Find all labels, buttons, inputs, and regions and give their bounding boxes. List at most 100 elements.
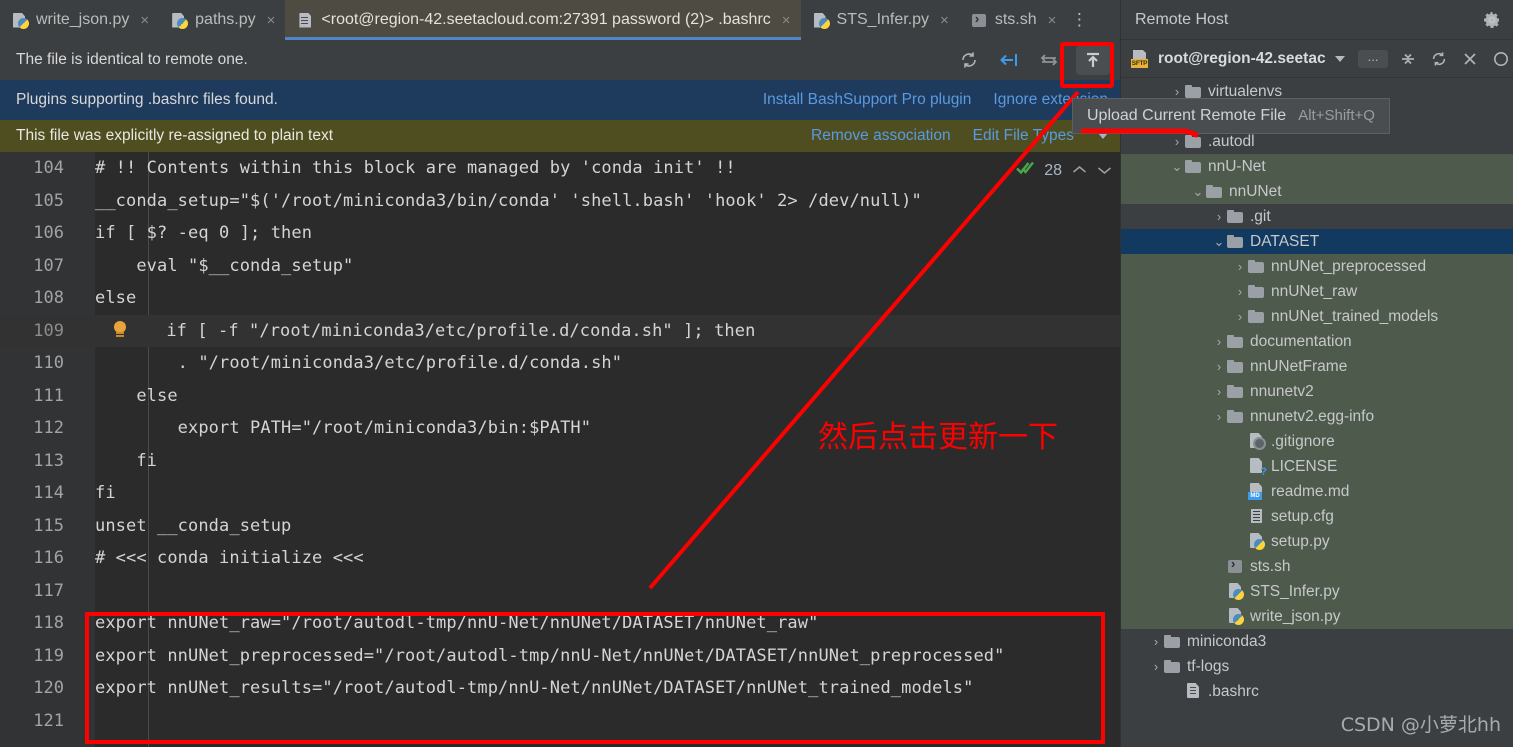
gutter-separator xyxy=(78,607,95,640)
code-text: # !! Contents within this block are mana… xyxy=(95,158,736,178)
tree-item-nnunet-trained-models[interactable]: ›nnUNet_trained_models xyxy=(1121,304,1513,329)
editor-tab-4[interactable]: STS_Infer.py× xyxy=(801,0,959,40)
tree-item-label: nnunetv2 xyxy=(1250,383,1314,401)
gutter-separator xyxy=(78,477,95,510)
tree-item-label: .git xyxy=(1250,208,1271,226)
tab-close-icon[interactable]: × xyxy=(267,13,276,28)
tree-twisty-icon[interactable]: › xyxy=(1232,259,1248,274)
inspection-count: 28 xyxy=(1044,162,1062,180)
tree-twisty-icon[interactable]: ⌄ xyxy=(1211,234,1227,250)
editor-tab-1[interactable]: write_json.py× xyxy=(0,0,159,40)
folder-icon xyxy=(1248,260,1265,274)
tree-twisty-icon[interactable]: › xyxy=(1211,384,1227,399)
help-icon[interactable] xyxy=(1490,48,1512,70)
prev-problem-icon[interactable] xyxy=(1072,162,1087,179)
tree-item--gitignore[interactable]: .gitignore xyxy=(1121,429,1513,454)
tree-item--bashrc[interactable]: .bashrc xyxy=(1121,679,1513,704)
next-problem-icon[interactable] xyxy=(1097,162,1112,179)
install-bashsupport-link[interactable]: Install BashSupport Pro plugin xyxy=(763,91,972,109)
tab-close-icon[interactable]: × xyxy=(940,13,949,28)
tree-item-sts-sh[interactable]: sts.sh xyxy=(1121,554,1513,579)
refresh-icon[interactable] xyxy=(1428,48,1450,70)
collapse-all-icon[interactable] xyxy=(1397,48,1419,70)
tree-twisty-icon[interactable]: ⌄ xyxy=(1169,159,1185,175)
tree-item-write-json-py[interactable]: write_json.py xyxy=(1121,604,1513,629)
tree-item-documentation[interactable]: ›documentation xyxy=(1121,329,1513,354)
upload-current-remote-file-button[interactable] xyxy=(1076,45,1110,75)
tree-item-nnunetv2[interactable]: › nnunetv2 xyxy=(1121,379,1513,404)
tree-item-dataset[interactable]: ⌄ DATASET xyxy=(1121,229,1513,254)
edit-file-types-link[interactable]: Edit File Types xyxy=(973,127,1074,145)
folder-icon xyxy=(1185,135,1202,149)
tree-item-tf-logs[interactable]: ›tf-logs xyxy=(1121,654,1513,679)
gutter-separator xyxy=(78,315,95,348)
tree-twisty-icon[interactable]: › xyxy=(1211,209,1227,224)
tree-item--git[interactable]: › .git xyxy=(1121,204,1513,229)
tree-item-label: DATASET xyxy=(1250,233,1319,251)
download-from-remote-icon[interactable] xyxy=(996,47,1022,73)
folder-icon xyxy=(1206,185,1223,199)
tree-item-nnunet-raw[interactable]: ›nnUNet_raw xyxy=(1121,279,1513,304)
tree-item-nnunetframe[interactable]: ›nnUNetFrame xyxy=(1121,354,1513,379)
tree-item-label: nnU-Net xyxy=(1208,158,1266,176)
remote-file-tree[interactable]: ›virtualenvs⌄autodl-tmp›.autodl⌄nnU-Net⌄… xyxy=(1121,79,1513,747)
close-icon[interactable] xyxy=(1459,48,1481,70)
tree-twisty-icon[interactable]: › xyxy=(1211,334,1227,349)
tab-close-icon[interactable]: × xyxy=(140,13,149,28)
remote-server-name[interactable]: root@region-42.seetac xyxy=(1158,50,1326,68)
tree-twisty-icon[interactable]: › xyxy=(1232,309,1248,324)
tree-item-nnunet-preprocessed[interactable]: ›nnUNet_preprocessed xyxy=(1121,254,1513,279)
editor-tab-5[interactable]: sts.sh× xyxy=(959,0,1067,40)
upload-tooltip: Upload Current Remote File Alt+Shift+Q xyxy=(1072,98,1390,134)
tree-twisty-icon[interactable]: › xyxy=(1169,134,1185,149)
line-number: 118 xyxy=(0,613,78,633)
remove-association-link[interactable]: Remove association xyxy=(811,127,951,145)
folder-icon xyxy=(1227,335,1244,349)
tree-item-miniconda3[interactable]: ›miniconda3 xyxy=(1121,629,1513,654)
tree-item-license[interactable]: LICENSE xyxy=(1121,454,1513,479)
gutter-separator xyxy=(78,510,95,543)
tree-item-setup-cfg[interactable]: setup.cfg xyxy=(1121,504,1513,529)
chevron-down-icon[interactable] xyxy=(1335,56,1345,62)
gutter-separator xyxy=(78,250,95,283)
code-text: if [ $? -eq 0 ]; then xyxy=(95,223,312,243)
tree-item-nnu-net[interactable]: ⌄ nnU-Net xyxy=(1121,154,1513,179)
code-text: export nnUNet_raw="/root/autodl-tmp/nnU-… xyxy=(95,613,818,633)
gear-icon[interactable] xyxy=(1481,9,1503,31)
sync-icon[interactable] xyxy=(956,47,982,73)
line-number: 114 xyxy=(0,483,78,503)
gutter-separator xyxy=(78,705,95,738)
tree-item-sts-infer-py[interactable]: STS_Infer.py xyxy=(1121,579,1513,604)
tab-close-icon[interactable]: × xyxy=(1048,13,1057,28)
tree-twisty-icon[interactable]: › xyxy=(1169,84,1185,99)
tree-item-label: readme.md xyxy=(1271,483,1349,501)
gutter-separator xyxy=(78,380,95,413)
tree-item-nnunet[interactable]: ⌄nnUNet xyxy=(1121,179,1513,204)
python-file-icon xyxy=(1248,533,1265,550)
more-tabs-icon[interactable]: ⋮ xyxy=(1066,0,1092,40)
tree-twisty-icon[interactable]: › xyxy=(1211,359,1227,374)
tree-twisty-icon[interactable]: › xyxy=(1148,634,1164,649)
tree-item-setup-py[interactable]: setup.py xyxy=(1121,529,1513,554)
editor-tab-3[interactable]: <root@region-42.seetacloud.com:27391 pas… xyxy=(285,0,800,40)
tree-twisty-icon[interactable]: › xyxy=(1148,659,1164,674)
watermark-text: CSDN @小萝北hh xyxy=(1341,710,1501,737)
tree-item-label: STS_Infer.py xyxy=(1250,583,1340,601)
tree-twisty-icon[interactable]: ⌄ xyxy=(1190,184,1206,200)
tree-item-nnunetv2-egg-info[interactable]: ›nnunetv2.egg-info xyxy=(1121,404,1513,429)
chinese-annotation-note: 然后点击更新一下 xyxy=(818,412,1058,456)
code-line: 116# <<< conda initialize <<< xyxy=(0,542,1120,575)
inspection-widget[interactable]: 28 xyxy=(1016,160,1112,181)
code-text: eval "$__conda_setup" xyxy=(95,256,353,276)
tree-item-readme-md[interactable]: readme.md xyxy=(1121,479,1513,504)
sync-both-ways-icon[interactable] xyxy=(1036,47,1062,73)
tree-twisty-icon[interactable]: › xyxy=(1232,284,1248,299)
line-number: 106 xyxy=(0,223,78,243)
code-line: 107 eval "$__conda_setup" xyxy=(0,250,1120,283)
folder-icon xyxy=(1227,410,1244,424)
more-options-button[interactable]: ... xyxy=(1358,50,1389,68)
editor-tab-2[interactable]: paths.py× xyxy=(159,0,285,40)
tab-close-icon[interactable]: × xyxy=(782,13,791,28)
intention-bulb-icon[interactable] xyxy=(112,321,128,341)
tree-twisty-icon[interactable]: › xyxy=(1211,409,1227,424)
